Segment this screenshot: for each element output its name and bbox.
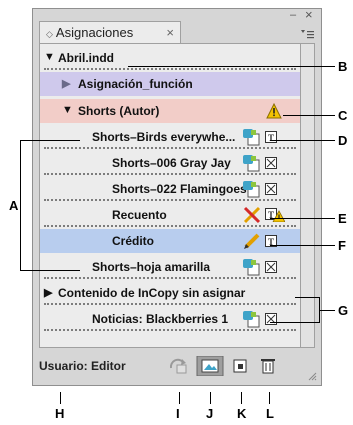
list-item-label: Shorts (Autor) [78,104,160,118]
list-item-group[interactable]: ▶ Contenido de InCopy sin asignar [40,281,300,305]
callout-line-c [283,115,335,116]
panel-footer: Usuario: Editor [33,349,321,385]
incopy-story-icon [243,259,260,276]
trash-icon[interactable] [257,356,279,376]
new-assignment-button[interactable] [229,356,251,376]
graphic-frame-icon [265,261,277,273]
list-item-assignment-author[interactable]: ▼ Shorts (Autor) [40,99,300,123]
callout-e: E [338,211,347,226]
assignments-panel: – × ◇ Asignaciones × ▼ Abril.indd ▶ Asign… [32,8,322,386]
list-item-label: Shorts–006 Gray Jay [112,156,231,170]
callout-line-a-top [20,140,80,141]
callout-i: I [176,406,180,421]
text-frame-warning-icon: T [265,208,285,222]
user-label: Usuario: Editor [39,359,126,373]
edit-conflict-icon [243,206,261,224]
callout-f: F [338,238,346,253]
callout-a: A [9,198,19,213]
close-panel-button[interactable]: × [305,8,313,21]
list-item-story[interactable]: Shorts–022 Flamingoes [40,177,300,201]
text-frame-icon: T [265,131,277,143]
incopy-story-icon [243,311,260,328]
list-item-label: Noticias: Blackberries 1 [92,312,229,326]
incopy-story-icon [243,155,260,172]
expand-triangle-icon[interactable]: ▼ [62,104,73,116]
collapse-triangle-icon[interactable]: ▶ [44,286,52,299]
incopy-story-icon [243,181,260,198]
callout-line-g-top [295,297,319,298]
callout-h: H [55,406,65,421]
update-content-button[interactable] [167,356,189,376]
list-item-label: Contenido de InCopy sin asignar [58,286,246,300]
list-item-label: Asignación_función [78,77,193,91]
warning-icon [266,103,282,119]
callout-c: C [338,108,348,123]
list-item-label: Shorts–hoja amarilla [92,260,211,274]
callout-line-i [179,392,180,404]
pencil-edit-icon [244,233,260,249]
list-item-story[interactable]: Recuento T [40,203,300,227]
callout-line-h [60,392,61,404]
callout-line-l [269,392,270,404]
callout-line-a-vert [20,140,21,271]
callout-line-k [241,392,242,404]
callout-line-j [210,392,211,404]
list-item-story-selected[interactable]: Crédito T [40,229,300,253]
list-item-label: Shorts–022 Flamingoes [112,182,247,196]
callout-k: K [237,406,247,421]
tab-close-icon[interactable]: × [166,22,174,43]
callout-d: D [338,133,348,148]
resize-grip-icon[interactable] [307,371,317,381]
callout-b: B [338,59,348,74]
collapse-triangle-icon[interactable]: ▶ [62,77,70,90]
expand-triangle-icon[interactable]: ▼ [44,51,55,63]
list-item-label: Shorts–Birds everywhe... [92,130,236,144]
callout-l: L [266,406,274,421]
svg-text:T: T [268,133,274,143]
panel-menu-icon[interactable] [299,27,315,41]
list-item-story[interactable]: Shorts–Birds everywhe... T [40,125,300,149]
list-item-story[interactable]: Shorts–006 Gray Jay [40,151,300,175]
graphic-frame-icon [265,313,277,325]
callout-j: J [206,406,214,421]
callout-line-f [270,245,335,246]
callout-line-d [270,140,335,141]
list-item-assignment[interactable]: ▶ Asignación_función [40,72,300,96]
incopy-story-icon [243,129,260,146]
callout-line-e [270,218,335,219]
scrollbar[interactable] [301,43,315,348]
callout-line-a-bottom [20,270,80,271]
callout-line-g [319,310,335,311]
list-item-label: Recuento [112,208,167,222]
list-item-label: Abril.indd [58,51,114,65]
callout-g: G [338,303,349,318]
list-item-story[interactable]: Shorts–hoja amarilla [40,255,300,279]
minimize-button[interactable]: – [290,10,296,21]
graphic-frame-icon [265,157,277,169]
assignment-button[interactable] [196,356,224,376]
tab-assignments[interactable]: ◇ Asignaciones × [39,21,181,43]
list-item-label: Crédito [112,234,154,248]
assignments-list: ▼ Abril.indd ▶ Asignación_función ▼ Shor… [39,43,301,348]
graphic-frame-icon [265,183,277,195]
tab-title: Asignaciones [55,25,134,40]
callout-line-g-bottom [270,322,319,323]
callout-line-b [128,66,335,67]
list-item-story[interactable]: Noticias: Blackberries 1 [40,307,300,331]
tab-diamond-icon: ◇ [46,29,53,39]
